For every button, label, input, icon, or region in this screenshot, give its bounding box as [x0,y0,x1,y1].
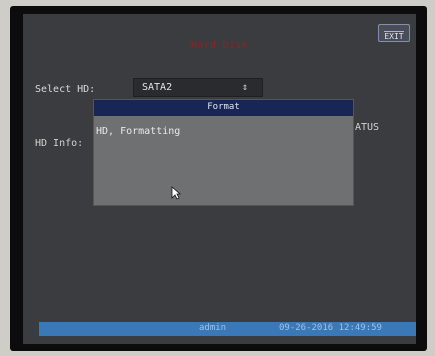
page-title: Hard Disk [191,40,248,51]
status-user: admin [199,323,227,333]
status-bar: admin 09-26-2016 12:49:59 [39,322,416,336]
format-dialog: Format HD, Formatting [93,99,354,206]
dialog-title: Format [207,102,240,112]
hd-info-label: HD Info: [35,138,84,149]
up-down-arrow-icon: ⇕ [242,82,249,93]
dvr-screen: Hard Disk EXIT Select HD: SATA2 ⇕ HD Inf… [23,14,416,344]
dialog-titlebar: Format [94,100,353,116]
select-hd-label: Select HD: [35,84,96,95]
hd-select-dropdown[interactable]: SATA2 ⇕ [133,78,263,97]
mouse-pointer-icon [171,186,181,200]
status-label: ATUS [355,122,380,133]
exit-button[interactable]: EXIT [378,24,410,42]
status-datetime: 09-26-2016 12:49:59 [279,323,382,333]
exit-label: EXIT [384,32,404,41]
photo-frame: Hard Disk EXIT Select HD: SATA2 ⇕ HD Inf… [0,0,435,356]
dialog-message: HD, Formatting [96,126,181,137]
hd-select-value: SATA2 [142,82,173,93]
